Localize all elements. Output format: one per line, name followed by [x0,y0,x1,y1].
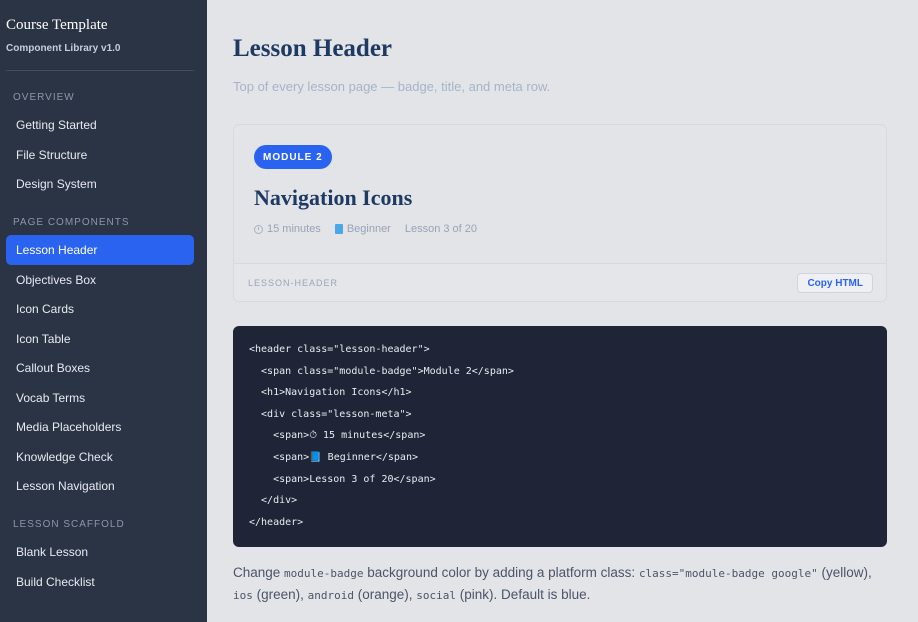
page-title: Lesson Header [233,35,393,62]
sidebar-item-lesson-header[interactable]: Lesson Header [6,235,194,265]
component-preview-card: MODULE 2 Navigation Icons 15 minutes Beg… [233,124,887,302]
sidebar-item-knowledge-check[interactable]: Knowledge Check [6,442,194,472]
sidebar-item-lesson-navigation[interactable]: Lesson Navigation [6,471,194,501]
section-heading-page-components: PAGE COMPONENTS [13,217,130,228]
code-block[interactable]: <header class="lesson-header"> <span cla… [233,326,887,547]
sidebar-item-callout-boxes[interactable]: Callout Boxes [6,353,194,383]
usage-note: Change module-badge background color by … [233,565,872,602]
sidebar-item-design-system[interactable]: Design System [6,169,194,199]
sidebar-item-objectives-box[interactable]: Objectives Box [6,265,194,295]
code-line: <h1>Navigation Icons</h1> [249,387,412,399]
brand-divider [6,70,194,71]
code-line: <span>⏱ 15 minutes</span> [249,430,426,442]
meta-level: Beginner [334,223,391,235]
meta-progress: Lesson 3 of 20 [404,223,478,235]
code-line: <div class="lesson-meta"> [249,408,412,420]
inline-code: module-badge [284,567,364,580]
clock-icon [254,224,263,234]
sidebar-item-file-structure[interactable]: File Structure [6,140,194,170]
code-line: <span>Lesson 3 of 20</span> [249,473,436,485]
brand-title: Course Template [6,17,108,33]
card-footer: LESSON-HEADER Copy HTML [234,263,886,301]
main-content: Lesson Header Top of every lesson page —… [207,0,918,622]
component-name-label: LESSON-HEADER [248,278,339,288]
inline-code: class="module-badge google" [638,567,818,580]
code-line: </div> [249,495,298,507]
inline-code: social [416,589,457,602]
copy-html-button[interactable]: Copy HTML [797,273,873,293]
meta-duration: 15 minutes [254,223,321,235]
code-line: </header> [249,516,304,528]
section-heading-lesson-scaffold: LESSON SCAFFOLD [13,519,125,530]
sidebar-item-vocab-terms[interactable]: Vocab Terms [6,383,194,413]
inline-code: ios [233,589,253,602]
book-icon [334,224,343,234]
meta-duration-text: 15 minutes [267,223,321,235]
sidebar-item-icon-table[interactable]: Icon Table [6,324,194,354]
brand-subtitle: Component Library v1.0 [6,43,121,54]
code-line: <header class="lesson-header"> [249,344,430,355]
sidebar-item-build-checklist[interactable]: Build Checklist [6,567,194,597]
module-badge: MODULE 2 [254,145,332,169]
sidebar-item-media-placeholders[interactable]: Media Placeholders [6,412,194,442]
sidebar-item-blank-lesson[interactable]: Blank Lesson [6,537,194,567]
code-line: <span>📘 Beginner</span> [249,451,418,463]
sidebar: Course Template Component Library v1.0 O… [0,0,207,622]
page-subtitle: Top of every lesson page — badge, title,… [233,79,551,94]
lesson-meta: 15 minutes Beginner Lesson 3 of 20 [254,223,477,235]
sidebar-item-icon-cards[interactable]: Icon Cards [6,294,194,324]
code-line: <span class="module-badge">Module 2</spa… [249,365,514,377]
section-heading-overview: OVERVIEW [13,92,75,103]
lesson-title: Navigation Icons [254,185,413,210]
inline-code: android [307,589,355,602]
sidebar-item-getting-started[interactable]: Getting Started [6,110,194,140]
meta-level-text: Beginner [346,223,391,235]
